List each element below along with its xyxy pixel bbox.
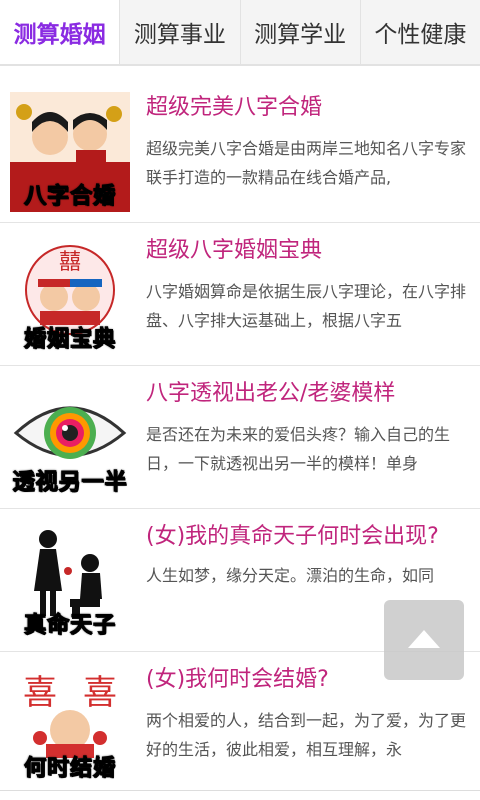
- thumb-caption: 婚姻宝典: [23, 327, 116, 353]
- item-thumbnail: 八字合婚: [10, 92, 130, 212]
- svg-text:喜: 喜: [83, 673, 117, 713]
- tab-marriage[interactable]: 测算婚姻: [0, 0, 121, 64]
- article-list: 八字合婚 超级完美八字合婚 超级完美八字合婚是由两岸三地知名八字专家联手打造的一…: [0, 80, 480, 795]
- item-description: 八字婚姻算命是依据生辰八字理论，在八字排盘、八字排大运基础上，根据八字五: [146, 282, 467, 330]
- item-text: (女)我何时会结婚? 两个相爱的人，结合到一起，为了爱，为了更好的生活，彼此相爱…: [146, 664, 470, 794]
- svg-text:囍: 囍: [59, 250, 81, 275]
- thumb-caption: 透视另一半: [12, 470, 128, 496]
- next-item-peek: [0, 790, 480, 800]
- thumb-caption: 真命天子: [23, 613, 116, 639]
- tab-career[interactable]: 测算事业: [120, 0, 241, 64]
- svg-text:喜: 喜: [23, 673, 57, 713]
- item-text: 八字透视出老公/老婆模样 是否还在为未来的爱侣头疼？输入自己的生日，一下就透视出…: [146, 378, 470, 508]
- list-item[interactable]: 八字合婚 超级完美八字合婚 超级完美八字合婚是由两岸三地知名八字专家联手打造的一…: [0, 80, 480, 223]
- item-text: 超级完美八字合婚 超级完美八字合婚是由两岸三地知名八字专家联手打造的一款精品在线…: [146, 92, 470, 222]
- item-thumbnail: 囍 婚姻宝典: [10, 235, 130, 355]
- thumb-caption: 八字合婚: [23, 184, 116, 210]
- tab-health[interactable]: 个性健康: [360, 0, 480, 64]
- item-title[interactable]: (女)我的真命天子何时会出现?: [146, 521, 470, 553]
- item-description: 两个相爱的人，结合到一起，为了爱，为了更好的生活，彼此相爱，相互理解，永: [146, 711, 467, 759]
- item-title[interactable]: 超级完美八字合婚: [146, 92, 470, 124]
- thumb-caption: 何时结婚: [23, 756, 116, 782]
- scroll-to-top-icon: [408, 630, 440, 648]
- item-description: 人生如梦，缘分天定。漂泊的生命，如同: [146, 566, 435, 585]
- item-thumbnail: 真命天子: [10, 521, 130, 641]
- scroll-to-top-button[interactable]: [384, 600, 464, 680]
- item-title[interactable]: 八字透视出老公/老婆模样: [146, 378, 470, 410]
- item-text: 超级八字婚姻宝典 八字婚姻算命是依据生辰八字理论，在八字排盘、八字排大运基础上，…: [146, 235, 470, 365]
- item-thumbnail: 透视另一半: [10, 378, 130, 498]
- item-description: 是否还在为未来的爱侣头疼？输入自己的生日，一下就透视出另一半的模样！单身: [146, 425, 451, 473]
- list-item[interactable]: 透视另一半 八字透视出老公/老婆模样 是否还在为未来的爱侣头疼？输入自己的生日，…: [0, 366, 480, 509]
- item-title[interactable]: 超级八字婚姻宝典: [146, 235, 470, 267]
- tab-study[interactable]: 测算学业: [240, 0, 361, 64]
- tab-bar: 测算婚姻 测算事业 测算学业 个性健康: [0, 0, 480, 66]
- item-thumbnail: 喜 喜 何时结婚: [10, 664, 130, 784]
- item-description: 超级完美八字合婚是由两岸三地知名八字专家联手打造的一款精品在线合婚产品,: [146, 139, 467, 187]
- list-item[interactable]: 囍 婚姻宝典 超级八字婚姻宝典 八字婚姻算命是依据生辰八字理论，在八字排盘、八字…: [0, 223, 480, 366]
